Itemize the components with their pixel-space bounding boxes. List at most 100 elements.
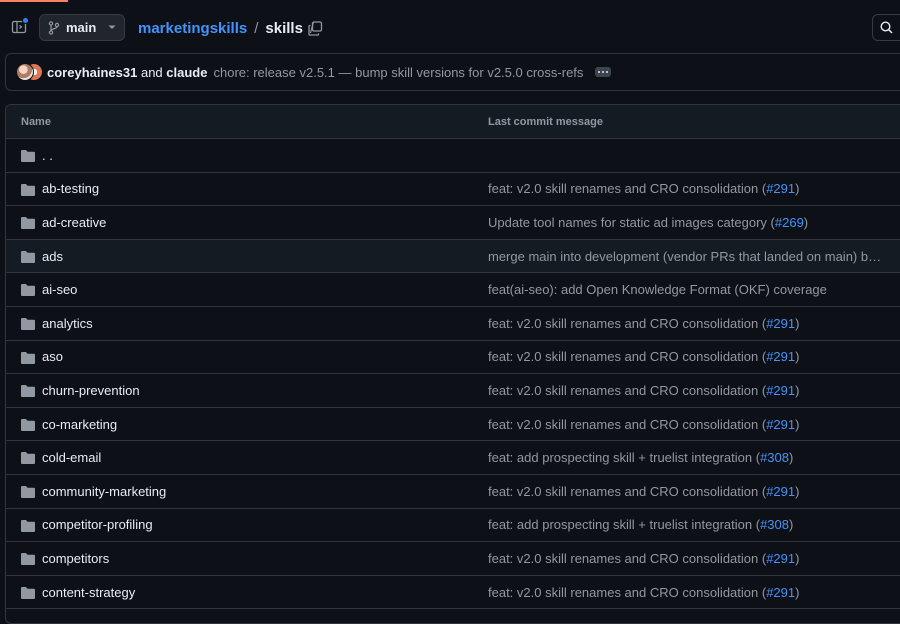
commit-message-text: feat: v2.0 skill renames and CRO consoli… bbox=[488, 483, 767, 499]
commit-message-end: ) bbox=[795, 416, 800, 432]
commit-message-link[interactable]: feat: v2.0 skill renames and CRO consoli… bbox=[488, 181, 883, 196]
commit-author-link[interactable]: claude bbox=[166, 65, 207, 80]
folder-icon bbox=[21, 519, 35, 532]
copy-path-button[interactable] bbox=[305, 18, 325, 38]
commit-message-link[interactable]: feat: v2.0 skill renames and CRO consoli… bbox=[488, 383, 883, 398]
folder-name-link[interactable]: community-marketing bbox=[42, 484, 166, 499]
avatar[interactable] bbox=[16, 63, 34, 81]
folder-icon bbox=[21, 351, 35, 364]
folder-icon bbox=[21, 452, 35, 465]
pull-request-link[interactable]: #291 bbox=[766, 417, 795, 432]
pull-request-link[interactable]: #291 bbox=[766, 551, 795, 566]
folder-name-link[interactable]: ab-testing bbox=[42, 181, 99, 196]
search-button[interactable] bbox=[872, 14, 900, 41]
commit-avatars bbox=[16, 63, 44, 81]
table-row[interactable]: ab-testing feat: v2.0 skill renames and C… bbox=[6, 173, 900, 207]
pull-request-link[interactable]: #291 bbox=[766, 316, 795, 331]
folder-icon bbox=[21, 553, 35, 566]
folder-name-link[interactable]: competitors bbox=[42, 551, 109, 566]
ellipsis-icon bbox=[598, 71, 601, 73]
table-row[interactable]: cold-email feat: add prospecting skill + … bbox=[6, 441, 900, 475]
copy-icon bbox=[307, 20, 322, 36]
folder-icon bbox=[21, 284, 35, 297]
commit-message-text: feat: v2.0 skill renames and CRO consoli… bbox=[488, 584, 767, 600]
pull-request-link[interactable]: #308 bbox=[760, 450, 789, 465]
commit-message-text: feat: add prospecting skill + truelist i… bbox=[488, 450, 761, 466]
breadcrumb: marketingskills / skills / bbox=[138, 18, 315, 38]
pull-request-link[interactable]: #308 bbox=[760, 517, 789, 532]
latest-commit-bar: coreyhaines31 and claude chore: release … bbox=[5, 53, 900, 91]
parent-directory-link[interactable]: . . bbox=[42, 148, 53, 163]
folder-name-link[interactable]: co-marketing bbox=[42, 417, 117, 432]
table-row[interactable]: ad-creative Update tool names for static … bbox=[6, 206, 900, 240]
commit-message-link[interactable]: Update tool names for static ad images c… bbox=[488, 215, 883, 230]
commit-message-end: ) bbox=[795, 550, 800, 566]
commit-message-link[interactable]: feat: v2.0 skill renames and CRO consoli… bbox=[488, 417, 883, 432]
pull-request-link[interactable]: #291 bbox=[766, 383, 795, 398]
commit-message-text: feat: v2.0 skill renames and CRO consoli… bbox=[488, 349, 767, 365]
table-row[interactable]: content-strategy feat: v2.0 skill renames… bbox=[6, 576, 900, 610]
commit-message-end: ) bbox=[795, 483, 800, 499]
commit-message-link[interactable]: feat: add prospecting skill + truelist i… bbox=[488, 517, 883, 532]
folder-icon bbox=[21, 183, 35, 196]
folder-icon bbox=[21, 485, 35, 498]
commit-message-link[interactable]: feat: v2.0 skill renames and CRO consoli… bbox=[488, 316, 883, 331]
branch-name: main bbox=[66, 20, 97, 35]
folder-name-link[interactable]: churn-prevention bbox=[42, 383, 140, 398]
commit-message-link[interactable]: feat: v2.0 skill renames and CRO consoli… bbox=[488, 484, 883, 499]
folder-name-link[interactable]: aso bbox=[42, 349, 63, 364]
table-row[interactable]: aso feat: v2.0 skill renames and CRO cons… bbox=[6, 341, 900, 375]
commit-message-link[interactable]: chore: release v2.5.1 — bump skill versi… bbox=[213, 65, 583, 80]
commit-message-text: merge main into development (vendor PRs … bbox=[488, 248, 883, 264]
folder-name-link[interactable]: content-strategy bbox=[42, 585, 135, 600]
table-row[interactable]: analytics feat: v2.0 skill renames and CR… bbox=[6, 307, 900, 341]
pull-request-link[interactable]: #291 bbox=[766, 181, 795, 196]
commit-author-conjunction: and bbox=[140, 64, 163, 80]
commit-message-link[interactable]: feat: add prospecting skill + truelist i… bbox=[488, 450, 883, 465]
folder-name-link[interactable]: ads bbox=[42, 249, 63, 264]
commit-message-text: feat: v2.0 skill renames and CRO consoli… bbox=[488, 550, 767, 566]
folder-icon bbox=[21, 418, 35, 431]
folder-name-link[interactable]: ad-creative bbox=[42, 215, 106, 230]
commit-message-text: feat: v2.0 skill renames and CRO consoli… bbox=[488, 382, 767, 398]
commit-message-text: feat: v2.0 skill renames and CRO consoli… bbox=[488, 315, 767, 331]
commit-message-end: ) bbox=[795, 382, 800, 398]
git-branch-icon bbox=[48, 20, 60, 35]
table-row[interactable]: competitor-profiling feat: add prospectin… bbox=[6, 509, 900, 543]
folder-name-link[interactable]: cold-email bbox=[42, 450, 101, 465]
commit-message-link[interactable]: feat: v2.0 skill renames and CRO consoli… bbox=[488, 551, 883, 566]
commit-message-link[interactable]: merge main into development (vendor PRs … bbox=[488, 249, 883, 264]
folder-name-link[interactable]: ai-seo bbox=[42, 282, 77, 297]
commit-message-end: ) bbox=[788, 517, 794, 533]
column-header-last-commit: Last commit message bbox=[488, 115, 603, 128]
table-row[interactable]: churn-prevention feat: v2.0 skill renames… bbox=[6, 374, 900, 408]
commit-message-link[interactable]: feat(ai-seo): add Open Knowledge Format … bbox=[488, 282, 883, 297]
commit-message-end: ) bbox=[795, 181, 800, 197]
sidebar-toggle-button[interactable] bbox=[10, 17, 29, 36]
table-row[interactable]: community-marketing feat: v2.0 skill rena… bbox=[6, 475, 900, 509]
table-row[interactable]: co-marketing feat: v2.0 skill renames and… bbox=[6, 408, 900, 442]
breadcrumb-separator: / bbox=[254, 19, 259, 37]
commit-author-link[interactable]: coreyhaines31 bbox=[47, 65, 137, 80]
commit-message-link[interactable]: feat: v2.0 skill renames and CRO consoli… bbox=[488, 349, 883, 364]
pull-request-link[interactable]: #291 bbox=[766, 349, 795, 364]
folder-name-link[interactable]: analytics bbox=[42, 316, 93, 331]
pull-request-link[interactable]: #269 bbox=[775, 215, 804, 230]
table-row[interactable]: ai-seo feat(ai-seo): add Open Knowledge F… bbox=[6, 273, 900, 307]
pull-request-link[interactable]: #291 bbox=[766, 484, 795, 499]
table-row[interactable]: ads merge main into development (vendor P… bbox=[6, 239, 900, 274]
search-icon bbox=[880, 21, 893, 34]
folder-name-link[interactable]: competitor-profiling bbox=[42, 517, 153, 532]
commit-message-link[interactable]: feat: v2.0 skill renames and CRO consoli… bbox=[488, 585, 883, 600]
commit-message-text: Update tool names for static ad images c… bbox=[488, 214, 775, 230]
commit-message-text: feat: v2.0 skill renames and CRO consoli… bbox=[488, 416, 767, 432]
folder-icon bbox=[21, 317, 35, 330]
commit-message-text: feat: v2.0 skill renames and CRO consoli… bbox=[488, 181, 767, 197]
breadcrumb-repo-link[interactable]: marketingskills bbox=[138, 20, 247, 37]
table-row[interactable]: competitors feat: v2.0 skill renames and … bbox=[6, 542, 900, 576]
pull-request-link[interactable]: #291 bbox=[766, 585, 795, 600]
branch-selector-button[interactable]: main bbox=[39, 14, 125, 41]
expand-commit-button[interactable] bbox=[595, 67, 612, 77]
parent-directory-row[interactable]: . . bbox=[6, 139, 900, 173]
file-list: . . ab-testing feat: v2.0 skill renames an… bbox=[6, 139, 900, 610]
